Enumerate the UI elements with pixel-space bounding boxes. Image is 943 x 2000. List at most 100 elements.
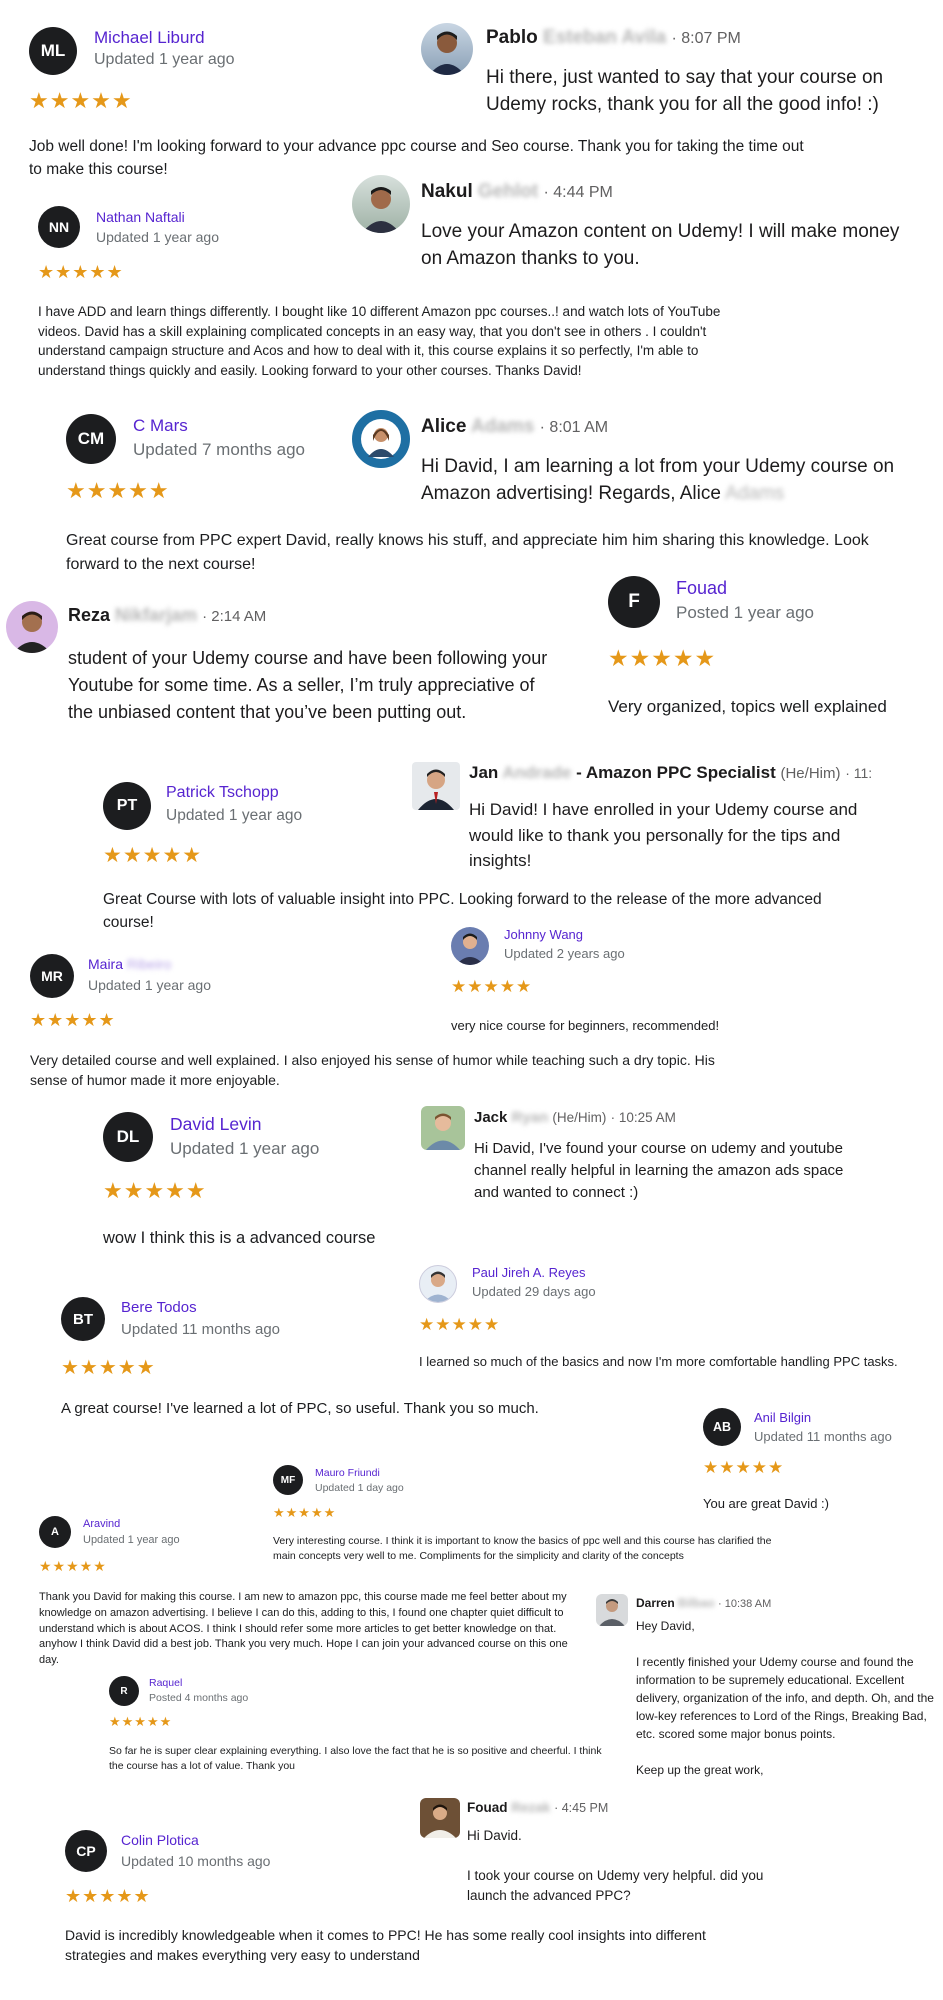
rating-stars: ★★★★★: [30, 1010, 116, 1030]
slack-greeting: Hi David.: [467, 1828, 522, 1843]
review-date: Updated 29 days ago: [472, 1284, 596, 1299]
review-text: Very detailed course and well explained.…: [30, 1052, 715, 1088]
message-time: · 8:07 PM: [671, 30, 741, 47]
review-date: Updated 11 months ago: [121, 1321, 281, 1338]
user-photo: [451, 927, 489, 965]
reviewer-name[interactable]: Colin Plotica: [121, 1832, 199, 1848]
review-date: Updated 1 year ago: [96, 229, 219, 245]
slack-sender[interactable]: Jan Andrade - Amazon PPC Specialist (He/…: [469, 763, 872, 783]
rating-stars: ★★★★★: [66, 478, 170, 503]
review-text: You are great David :): [703, 1496, 829, 1511]
reviewer-name[interactable]: Johnny Wang: [504, 927, 583, 942]
reviewer-name[interactable]: Mauro Friundi: [315, 1467, 380, 1479]
slack-sender[interactable]: Fouad Rezak · 4:45 PM: [467, 1800, 608, 1815]
user-photo: [412, 762, 460, 810]
reviewer-name[interactable]: Maira Ribeiro: [88, 956, 171, 972]
review-text: Very interesting course. I think it is i…: [273, 1535, 772, 1562]
user-photo: [352, 175, 410, 233]
rating-stars: ★★★★★: [29, 88, 133, 113]
reviewer-name[interactable]: Aravind: [83, 1518, 120, 1530]
avatar: CP: [65, 1830, 107, 1872]
reviewer-name[interactable]: Bere Todos: [121, 1299, 197, 1316]
rating-stars: ★★★★★: [103, 844, 203, 867]
user-photo: [421, 1106, 465, 1150]
reviewer-name[interactable]: Michael Liburd: [94, 28, 205, 48]
review-text: Very organized, topics well explained: [608, 697, 887, 716]
avatar: NN: [38, 206, 80, 248]
review-date: Posted 4 months ago: [149, 1692, 249, 1704]
avatar: A: [39, 1516, 71, 1548]
review-date: Updated 1 year ago: [170, 1139, 320, 1158]
slack-greeting: Hey David,: [636, 1619, 695, 1633]
redacted-surname: Nikfarjam: [115, 605, 198, 625]
review-text: very nice course for beginners, recommen…: [451, 1018, 720, 1033]
user-photo: [6, 601, 58, 653]
reviewer-name[interactable]: Raquel: [149, 1677, 182, 1689]
rating-stars: ★★★★★: [703, 1458, 785, 1477]
rating-stars: ★★★★★: [103, 1178, 207, 1203]
message-time: · 11:: [845, 765, 873, 781]
review-text: I have ADD and learn things differently.…: [38, 304, 721, 378]
message-time: · 4:45 PM: [554, 1801, 609, 1815]
message-time: · 4:44 PM: [543, 184, 613, 201]
redacted-surname: Rezak: [511, 1800, 551, 1815]
review-text: Thank you David for making this course. …: [39, 1591, 568, 1667]
avatar: MR: [30, 954, 74, 998]
reviewer-name[interactable]: Nathan Naftali: [96, 209, 185, 225]
redacted-surname: Bilbao: [678, 1596, 715, 1610]
avatar: PT: [103, 782, 151, 830]
slack-message: Hi David, I am learning a lot from your …: [421, 456, 895, 504]
user-photo: [420, 1798, 460, 1838]
avatar: DL: [103, 1112, 153, 1162]
reviewer-name[interactable]: Anil Bilgin: [754, 1410, 811, 1425]
avatar: R: [109, 1676, 139, 1706]
rating-stars: ★★★★★: [273, 1505, 337, 1520]
review-date: Updated 2 years ago: [504, 946, 625, 961]
slack-sender[interactable]: Nakul Gehlot · 4:44 PM: [421, 181, 613, 203]
review-date: Updated 1 year ago: [166, 807, 303, 824]
rating-stars: ★★★★★: [608, 645, 717, 671]
reviewer-name[interactable]: Fouad: [676, 578, 727, 599]
slack-message: I recently finished your Udemy course an…: [636, 1655, 934, 1741]
slack-message: student of your Udemy course and have be…: [68, 648, 548, 722]
review-date: Updated 10 months ago: [121, 1853, 271, 1869]
slack-message: Hi David, I've found your course on udem…: [474, 1140, 844, 1201]
review-date: Updated 1 year ago: [83, 1534, 180, 1546]
slack-message: I took your course on Udemy very helpful…: [467, 1868, 764, 1903]
slack-message: Love your Amazon content on Udemy! I wil…: [421, 221, 900, 269]
slack-sender[interactable]: Alice Adams · 8:01 AM: [421, 416, 608, 438]
pronouns: (He/Him): [552, 1110, 607, 1125]
slack-sender[interactable]: Pablo Esteban Avila · 8:07 PM: [486, 27, 741, 49]
slack-sender[interactable]: Jack Ryan (He/Him) · 10:25 AM: [474, 1109, 676, 1126]
reviewer-name[interactable]: David Levin: [170, 1114, 261, 1135]
slack-message: Hi there, just wanted to say that your c…: [486, 67, 884, 115]
rating-stars: ★★★★★: [65, 1886, 151, 1906]
slack-sender[interactable]: Darren Bilbao · 10:38 AM: [636, 1596, 771, 1610]
review-date: Updated 1 day ago: [315, 1482, 404, 1494]
review-text: Job well done! I'm looking forward to yo…: [29, 138, 804, 178]
review-text: wow I think this is a advanced course: [103, 1229, 376, 1247]
reviewer-name[interactable]: Paul Jireh A. Reyes: [472, 1265, 585, 1280]
redacted-surname: Andrade: [502, 763, 572, 782]
rating-stars: ★★★★★: [451, 977, 533, 996]
review-text: A great course! I've learned a lot of PP…: [61, 1400, 539, 1417]
message-time: · 10:25 AM: [610, 1110, 676, 1125]
avatar: BT: [61, 1297, 105, 1341]
review-text: Great course from PPC expert David, real…: [66, 532, 869, 573]
message-time: · 2:14 AM: [202, 608, 267, 625]
review-text: So far he is super clear explaining ever…: [109, 1745, 602, 1772]
user-photo: [419, 1265, 457, 1303]
slack-message: Hi David! I have enrolled in your Udemy …: [469, 800, 858, 870]
reviewer-name[interactable]: Patrick Tschopp: [166, 784, 279, 802]
review-text: Great Course with lots of valuable insig…: [103, 891, 822, 931]
redacted-surname: Ryan: [511, 1109, 549, 1126]
reviewer-name[interactable]: C Mars: [133, 416, 188, 436]
redacted-surname: Gehlot: [478, 181, 539, 202]
slack-sender[interactable]: Reza Nikfarjam · 2:14 AM: [68, 605, 266, 626]
avatar: ML: [29, 27, 77, 75]
redacted-surname: Adams: [471, 416, 535, 437]
redacted-surname: Esteban Avila: [543, 27, 667, 48]
pronouns: (He/Him): [780, 765, 841, 782]
rating-stars: ★★★★★: [38, 262, 124, 282]
message-time: · 8:01 AM: [539, 419, 609, 436]
